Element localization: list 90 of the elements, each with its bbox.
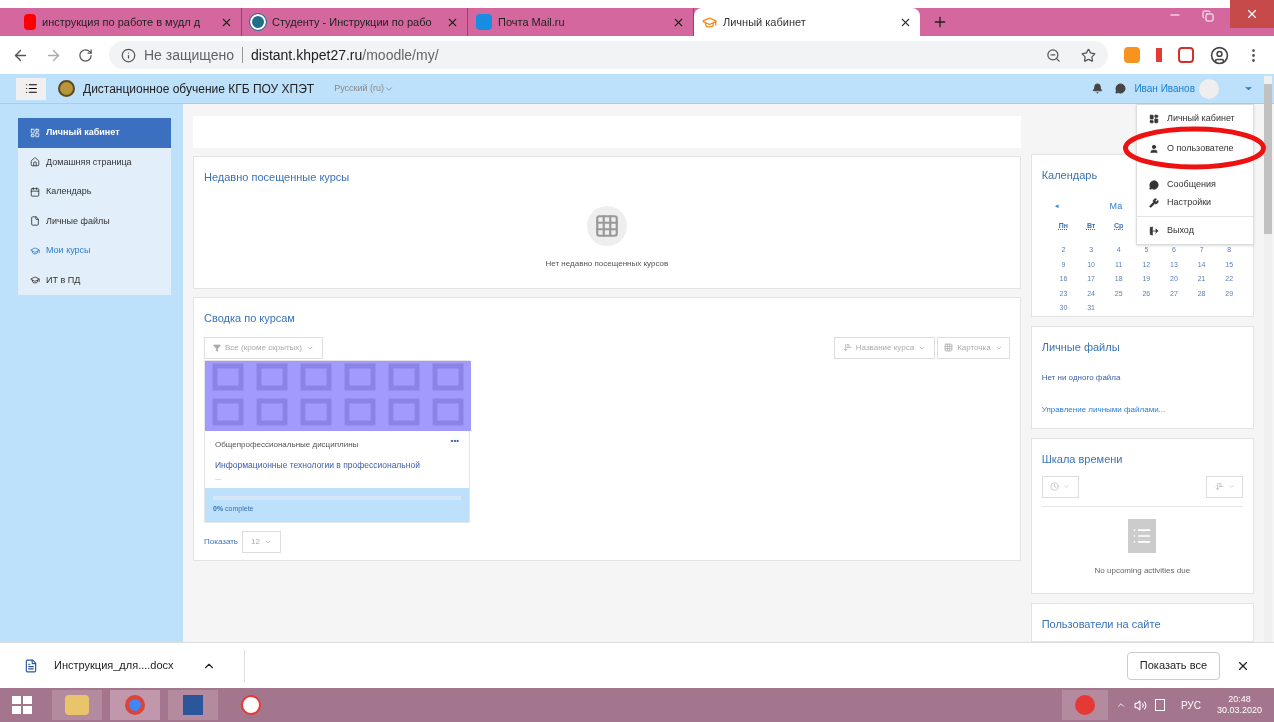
yandex-letter-icon	[24, 14, 36, 30]
filter-dropdown[interactable]: Все (кроме скрытых)	[204, 336, 324, 359]
language-menu[interactable]: Русский (ru)	[334, 81, 395, 96]
more-options-icon[interactable]: •••	[450, 434, 459, 447]
empty-message: No upcoming activities due	[1094, 564, 1191, 577]
show-all-button[interactable]: Показать все	[1126, 651, 1220, 680]
list-document-icon	[1128, 518, 1157, 553]
month-title: Ма	[1109, 199, 1123, 213]
menu-toggle-button[interactable]	[16, 77, 46, 100]
network-icon[interactable]	[1154, 699, 1165, 711]
file-icon	[30, 216, 40, 227]
page-size-dropdown[interactable]: 12	[242, 531, 281, 554]
tab-title: инструкция по работе в мудл д	[42, 14, 202, 30]
speaker-icon[interactable]	[1133, 698, 1147, 712]
reload-icon[interactable]	[78, 47, 93, 63]
menu-icon	[24, 82, 38, 95]
address-field[interactable]: Не защищено distant.khpet27.ru/moodle/my/	[109, 41, 1108, 69]
tab-title: Студенту - Инструкции по рабо	[272, 14, 433, 30]
browser-tab[interactable]: Личный кабинет	[694, 8, 920, 36]
menu-item[interactable]: Выход	[1137, 221, 1253, 240]
info-icon	[121, 47, 136, 63]
show-label: Показать	[204, 536, 238, 549]
word-icon[interactable]	[168, 690, 218, 720]
security-label: Не защищено	[144, 45, 234, 65]
menu-item[interactable]: Сообщения	[1137, 175, 1253, 194]
empty-message: Нет ни одного файла	[1041, 371, 1122, 384]
grid-icon	[944, 343, 954, 352]
block-title: Пользователи на сайте	[1041, 616, 1162, 632]
menu-item[interactable]: Личный кабинет	[1137, 109, 1253, 128]
site-logo-icon	[58, 80, 75, 97]
logout-icon	[1149, 225, 1159, 236]
block-title: Календарь	[1041, 168, 1099, 183]
close-window-button[interactable]	[1230, 0, 1274, 28]
browser-tab[interactable]: Студенту - Инструкции по рабо	[242, 8, 468, 36]
zoom-out-icon[interactable]	[1046, 47, 1061, 63]
nav-item[interactable]: Мои курсы	[18, 236, 171, 266]
browser-tab[interactable]: инструкция по работе в мудл д	[16, 8, 242, 36]
close-icon	[1245, 7, 1259, 21]
chat-bubble-icon[interactable]	[1115, 83, 1127, 94]
clock-icon	[1050, 482, 1060, 492]
download-item[interactable]: Инструкция_для....docx	[54, 657, 174, 674]
graduation-cap-icon	[30, 275, 40, 286]
view-dropdown[interactable]: Карточка	[937, 336, 1010, 359]
graduation-cap-icon	[30, 245, 40, 256]
caret-icon	[1227, 483, 1235, 491]
nav-item[interactable]: Календарь	[18, 177, 171, 207]
user-name[interactable]: Иван Иванов	[1134, 81, 1195, 96]
block-title: Сводка по курсам	[204, 311, 296, 326]
language-indicator[interactable]: РУС	[1180, 697, 1201, 713]
sort-dropdown[interactable]: Название курса	[833, 336, 936, 359]
manage-files-link[interactable]: Управление личными файлами...	[1041, 403, 1244, 416]
user-icon	[1149, 143, 1159, 154]
nav-item[interactable]: Личные файлы	[18, 206, 171, 236]
site-name[interactable]: Дистанционное обучение КГБ ПОУ ХПЭТ	[83, 79, 315, 98]
course-name[interactable]: Информационные технологии в профессиональной	[215, 458, 459, 472]
bell-icon[interactable]	[1092, 83, 1104, 94]
document-icon	[24, 658, 38, 673]
browser-tab[interactable]: Почта Mail.ru	[468, 8, 694, 36]
shield-extension-icon[interactable]	[1178, 47, 1194, 63]
caret-icon	[1063, 483, 1071, 491]
envelope-icon	[476, 14, 492, 30]
sort-icon	[842, 343, 852, 352]
tab-title: Почта Mail.ru	[498, 14, 566, 30]
chat-bubble-icon	[1149, 179, 1159, 190]
dashboard-icon	[1149, 113, 1159, 124]
bookmark-star-icon[interactable]	[1081, 47, 1096, 63]
nav-item[interactable]: Домашняя страница	[18, 147, 171, 177]
clock[interactable]: 20:48 30.03.2020	[1216, 693, 1262, 717]
restore-icon[interactable]	[1202, 10, 1214, 22]
block-title: Шкала времени	[1041, 452, 1124, 468]
menu-item[interactable]: Настройки	[1137, 194, 1253, 217]
graduation-cap-icon	[702, 14, 717, 30]
sort-icon	[1214, 482, 1224, 492]
profile-icon[interactable]	[1210, 45, 1229, 65]
wrench-icon	[1149, 198, 1159, 208]
circle-logo-icon	[250, 14, 266, 30]
block-title: Недавно посещенные курсы	[204, 170, 351, 185]
empty-message: Нет недавно посещенных курсов	[545, 257, 669, 270]
nav-item[interactable]: Личный кабинет	[18, 118, 171, 148]
dashboard-icon	[30, 127, 40, 138]
block-title: Личные файлы	[1041, 340, 1121, 356]
calendar-icon	[30, 186, 40, 197]
filter-icon	[213, 343, 221, 352]
nav-item[interactable]: ИТ в ПД	[18, 265, 171, 295]
url-text: distant.khpet27.ru/moodle/my/	[251, 45, 439, 65]
course-category: Общепрофессиональные дисциплины	[215, 438, 359, 451]
tab-title: Личный кабинет	[723, 14, 807, 30]
start-windows-icon[interactable]	[12, 696, 32, 714]
home-icon	[30, 157, 40, 168]
new-tab-icon[interactable]	[932, 14, 948, 30]
